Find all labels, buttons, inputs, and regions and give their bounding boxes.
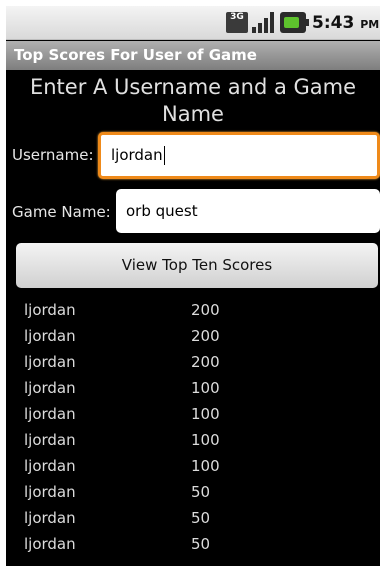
clock: 5:43 PM (312, 13, 379, 33)
username-value: ljordan (111, 146, 163, 164)
text-cursor (163, 146, 165, 165)
game-name-field[interactable]: orb quest (116, 189, 380, 233)
score-row: ljordan 200 (6, 350, 380, 375)
score-value: 100 (191, 431, 220, 449)
score-value: 100 (191, 379, 220, 397)
username-field[interactable]: ljordan (98, 132, 380, 179)
score-value: 50 (191, 483, 211, 501)
battery-icon (280, 12, 309, 33)
status-bar: 3G 5:43 PM (6, 6, 380, 40)
score-username: ljordan (24, 483, 76, 501)
signal-strength-icon (252, 12, 274, 33)
score-row: ljordan 200 (6, 298, 380, 323)
username-label: Username: (12, 146, 94, 164)
score-username: ljordan (24, 379, 76, 397)
score-row: ljordan 50 (6, 480, 380, 505)
game-name-value: orb quest (126, 202, 198, 220)
score-row: ljordan 100 (6, 454, 380, 479)
view-top-ten-scores-button[interactable]: View Top Ten Scores (16, 243, 378, 288)
score-value: 100 (191, 405, 220, 423)
score-row: ljordan 100 (6, 428, 380, 453)
score-username: ljordan (24, 457, 76, 475)
clock-time: 5:43 (312, 13, 355, 33)
score-value: 100 (191, 457, 220, 475)
page-heading: Enter A Username and a Game Name (29, 75, 357, 126)
network-badge: 3G (230, 12, 244, 22)
score-row: ljordan 100 (6, 376, 380, 401)
score-username: ljordan (24, 327, 76, 345)
score-username: ljordan (24, 431, 76, 449)
device-screen: 3G 5:43 PM Top Scores For User of Game E… (6, 6, 380, 566)
app-title-bar: Top Scores For User of Game (6, 41, 380, 70)
score-username: ljordan (24, 301, 76, 319)
game-name-label: Game Name: (12, 203, 111, 221)
score-username: ljordan (24, 405, 76, 423)
clock-suffix: PM (360, 18, 380, 31)
network-3g-icon: 3G (226, 12, 248, 33)
score-row: ljordan 200 (6, 324, 380, 349)
score-row: ljordan 50 (6, 506, 380, 531)
score-username: ljordan (24, 509, 76, 527)
score-username: ljordan (24, 535, 76, 553)
score-value: 200 (191, 301, 220, 319)
score-row: ljordan 50 (6, 532, 380, 557)
score-value: 50 (191, 509, 211, 527)
score-value: 200 (191, 327, 220, 345)
score-username: ljordan (24, 353, 76, 371)
score-value: 200 (191, 353, 220, 371)
score-row: ljordan 100 (6, 402, 380, 427)
score-value: 50 (191, 535, 211, 553)
